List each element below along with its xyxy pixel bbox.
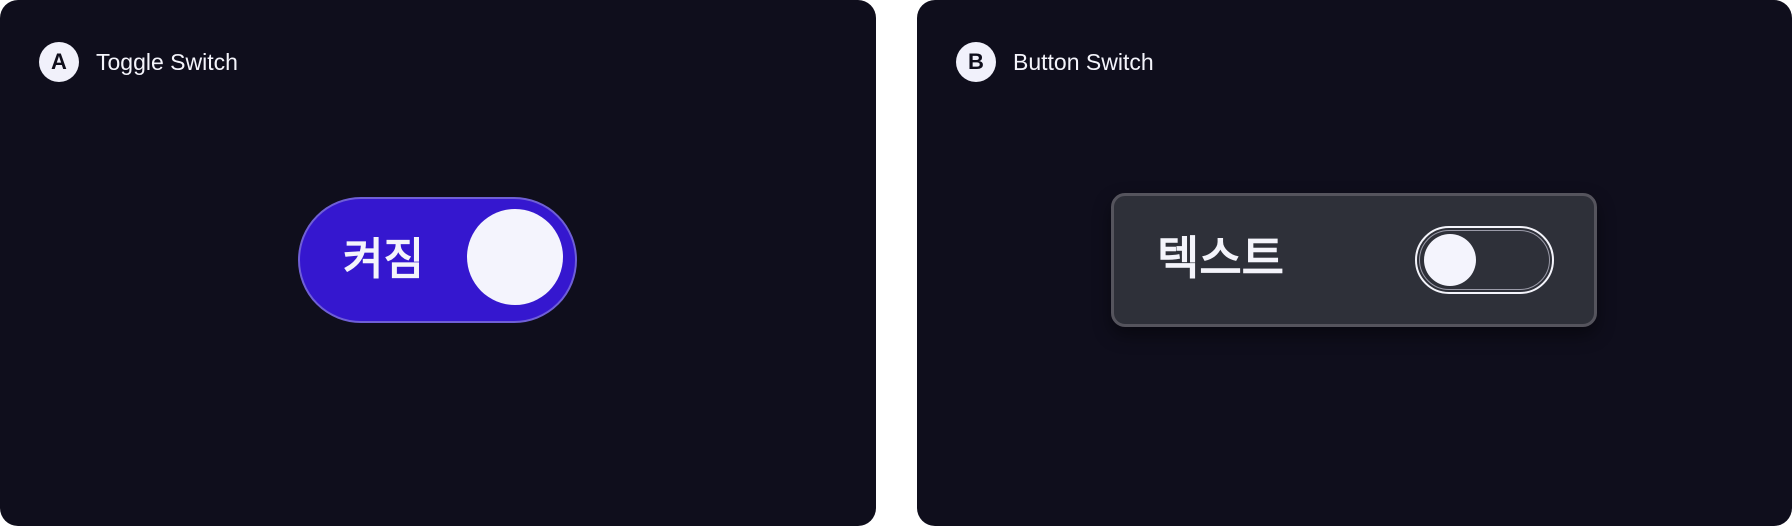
switch-knob [1424,234,1476,286]
switch-track[interactable] [1415,226,1554,294]
panel-toggle-switch: A Toggle Switch 켜짐 [0,0,876,526]
panel-title: Toggle Switch [96,49,238,75]
button-switch-label: 텍스트 [1157,232,1284,284]
panel-badge: B [956,42,996,82]
panel-badge: A [39,42,79,82]
toggle-knob [467,209,563,305]
panel-title: Button Switch [1013,49,1154,75]
panel-button-switch: B Button Switch 텍스트 [917,0,1792,526]
button-switch[interactable]: 텍스트 [1111,193,1597,327]
toggle-switch[interactable]: 켜짐 [298,197,577,323]
toggle-label: 켜짐 [343,235,424,284]
